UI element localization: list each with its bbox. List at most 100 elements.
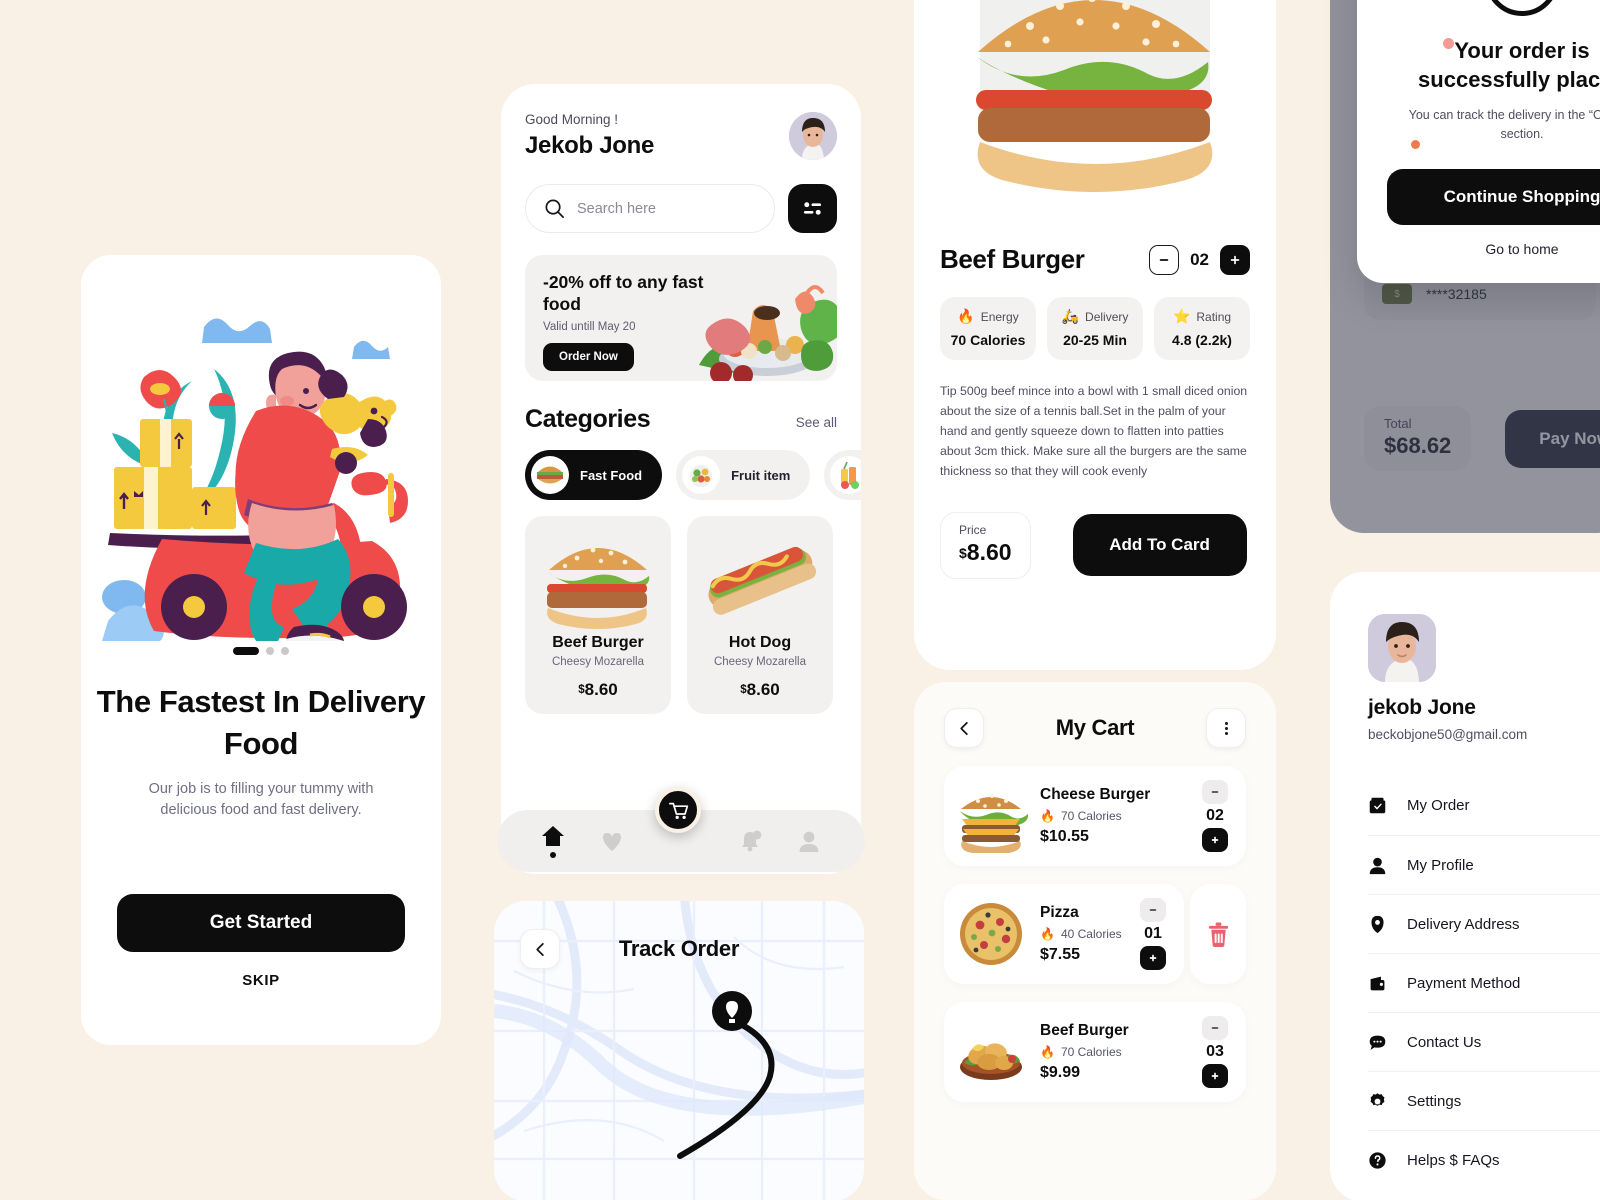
cart-item-quantity: 02 bbox=[1206, 807, 1224, 824]
onboarding-screen: The Fastest In Delivery Food Our job is … bbox=[81, 255, 441, 1045]
heart-icon bbox=[602, 833, 621, 851]
menu-item-contact-us[interactable]: Contact Us bbox=[1368, 1012, 1600, 1071]
cart-item[interactable]: Beef Burger 🔥 70 Calories $9.99 03 bbox=[944, 1002, 1246, 1102]
cart-screen: My Cart Cheese Burger 🔥 70 Calories $10.… bbox=[914, 682, 1276, 1200]
onboarding-title: The Fastest In Delivery Food bbox=[96, 684, 426, 761]
tab-profile[interactable] bbox=[796, 829, 822, 853]
go-to-home-link[interactable]: Go to home bbox=[1387, 241, 1600, 257]
plus-icon bbox=[1211, 1072, 1219, 1080]
menu-item-my-profile[interactable]: My Profile bbox=[1368, 835, 1600, 894]
tab-favorites[interactable] bbox=[599, 829, 625, 853]
menu-label: My Profile bbox=[1407, 856, 1474, 874]
promo-banner[interactable]: -20% off to any fast food Valid untill M… bbox=[525, 255, 837, 381]
get-started-button[interactable]: Get Started bbox=[117, 894, 405, 953]
active-indicator bbox=[549, 852, 556, 858]
cart-item-info: Pizza 🔥 40 Calories $7.55 bbox=[1040, 904, 1128, 964]
category-chip-fast-food[interactable]: Fast Food bbox=[525, 450, 663, 500]
menu-label: Helps $ FAQs bbox=[1407, 1151, 1500, 1169]
onboarding-pager[interactable] bbox=[233, 647, 289, 655]
plus-icon bbox=[1230, 255, 1240, 264]
product-card[interactable]: Beef Burger Cheesy Mozarella $8.60 bbox=[525, 516, 671, 714]
menu-item-helps-faqs[interactable]: Helps $ FAQs bbox=[1368, 1130, 1600, 1189]
buy-row: Price $8.60 Add To Card bbox=[940, 511, 1250, 579]
menu-item-settings[interactable]: Settings bbox=[1368, 1071, 1600, 1130]
add-to-card-button[interactable]: Add To Card bbox=[1072, 514, 1247, 577]
delete-item-button[interactable] bbox=[1190, 884, 1246, 984]
back-button[interactable] bbox=[944, 708, 984, 748]
product-title: Beef Burger bbox=[940, 244, 1085, 274]
cart-title: My Cart bbox=[1055, 715, 1135, 740]
product-card[interactable]: Hot Dog Cheesy Mozarella $8.60 bbox=[687, 516, 833, 714]
scooter-icon: 🛵 bbox=[1061, 308, 1080, 324]
stat-value: 70 Calories bbox=[950, 332, 1026, 348]
increase-quantity-button[interactable] bbox=[1202, 828, 1228, 852]
filter-icon bbox=[801, 199, 824, 218]
cart-item-info: Cheese Burger 🔥 70 Calories $10.55 bbox=[1040, 786, 1190, 846]
price-amount: $8.60 bbox=[959, 539, 1012, 566]
stat-delivery: 🛵 Delivery 20-25 Min bbox=[1047, 297, 1143, 360]
cart-item-stepper: 03 bbox=[1202, 1016, 1228, 1088]
profile-avatar[interactable] bbox=[1368, 614, 1436, 682]
cart-item-calories: 🔥 40 Calories bbox=[1040, 927, 1128, 941]
search-row: Search here bbox=[525, 184, 837, 233]
menu-label: Settings bbox=[1407, 1092, 1462, 1110]
cart-item[interactable]: Cheese Burger 🔥 70 Calories $10.55 02 bbox=[944, 766, 1246, 866]
skip-link[interactable]: SKIP bbox=[242, 972, 279, 989]
pager-dot-2[interactable] bbox=[266, 647, 274, 655]
menu-item-delivery-address[interactable]: Delivery Address bbox=[1368, 894, 1600, 953]
search-input[interactable]: Search here bbox=[525, 184, 775, 233]
stat-label: Delivery bbox=[1085, 309, 1129, 324]
tab-notifications[interactable] bbox=[737, 829, 763, 853]
menu-item-my-order[interactable]: My Order bbox=[1368, 776, 1600, 835]
gear-icon bbox=[1370, 1092, 1385, 1106]
pager-dot-1[interactable] bbox=[233, 647, 259, 655]
detail-title-row: Beef Burger 02 bbox=[940, 244, 1250, 275]
home-icon bbox=[541, 826, 564, 846]
back-button[interactable] bbox=[520, 929, 560, 969]
category-chip-juice[interactable] bbox=[824, 450, 861, 500]
delivery-illustration bbox=[96, 291, 426, 641]
avatar[interactable] bbox=[789, 112, 837, 160]
product-stats: 🔥 Energy 70 Calories 🛵 Delivery 20-25 Mi… bbox=[940, 297, 1250, 360]
category-chip-fruit-item[interactable]: Fruit item bbox=[676, 450, 811, 500]
bell-icon bbox=[742, 830, 762, 852]
pager-dot-3[interactable] bbox=[281, 647, 289, 655]
cheeseburger-photo bbox=[954, 779, 1028, 853]
see-all-link[interactable]: See all bbox=[796, 415, 837, 430]
decrease-quantity-button[interactable] bbox=[1202, 780, 1228, 804]
cart-item-name: Beef Burger bbox=[1040, 1022, 1129, 1039]
increase-quantity-button[interactable] bbox=[1140, 946, 1166, 970]
category-label: Fast Food bbox=[580, 467, 643, 483]
filter-button[interactable] bbox=[788, 184, 837, 233]
cart-item[interactable]: Pizza 🔥 40 Calories $7.55 01 bbox=[944, 884, 1246, 984]
fruit-bowl-icon bbox=[682, 456, 721, 494]
wallet-icon bbox=[1370, 976, 1385, 990]
decrease-quantity-button[interactable] bbox=[1149, 244, 1180, 275]
menu-item-payment-method[interactable]: Payment Method bbox=[1368, 953, 1600, 1012]
track-order-title: Track Order bbox=[618, 936, 740, 961]
cart-fab-button[interactable] bbox=[655, 787, 701, 833]
product-price: $8.60 bbox=[697, 680, 823, 700]
order-now-button[interactable]: Order Now bbox=[543, 342, 634, 371]
calories-text: 40 Calories bbox=[1060, 927, 1122, 941]
tab-home[interactable] bbox=[540, 824, 566, 858]
product-price: $8.60 bbox=[535, 680, 661, 700]
more-options-button[interactable] bbox=[1206, 708, 1246, 748]
star-icon: ⭐ bbox=[1172, 308, 1191, 324]
user-name: Jekob Jone bbox=[525, 132, 655, 159]
decrease-quantity-button[interactable] bbox=[1140, 898, 1166, 922]
success-subtitle: You can track the delivery in the “Order… bbox=[1408, 108, 1600, 142]
calories-text: 70 Calories bbox=[1060, 1045, 1122, 1059]
minus-icon bbox=[1149, 909, 1157, 911]
home-header: Good Morning ! Jekob Jone bbox=[525, 112, 837, 160]
category-label: Fruit item bbox=[731, 467, 791, 483]
product-detail-screen: Beef Burger 02 🔥 Energy 70 Calories 🛵 De… bbox=[914, 0, 1276, 670]
continue-shopping-button[interactable]: Continue Shopping bbox=[1387, 168, 1600, 225]
decrease-quantity-button[interactable] bbox=[1202, 1016, 1228, 1040]
price-number: 8.60 bbox=[966, 538, 1012, 565]
hotdog-photo bbox=[697, 526, 823, 630]
plus-icon bbox=[1149, 954, 1157, 962]
cart-header: My Cart bbox=[944, 708, 1246, 748]
increase-quantity-button[interactable] bbox=[1220, 244, 1250, 275]
increase-quantity-button[interactable] bbox=[1202, 1064, 1228, 1088]
